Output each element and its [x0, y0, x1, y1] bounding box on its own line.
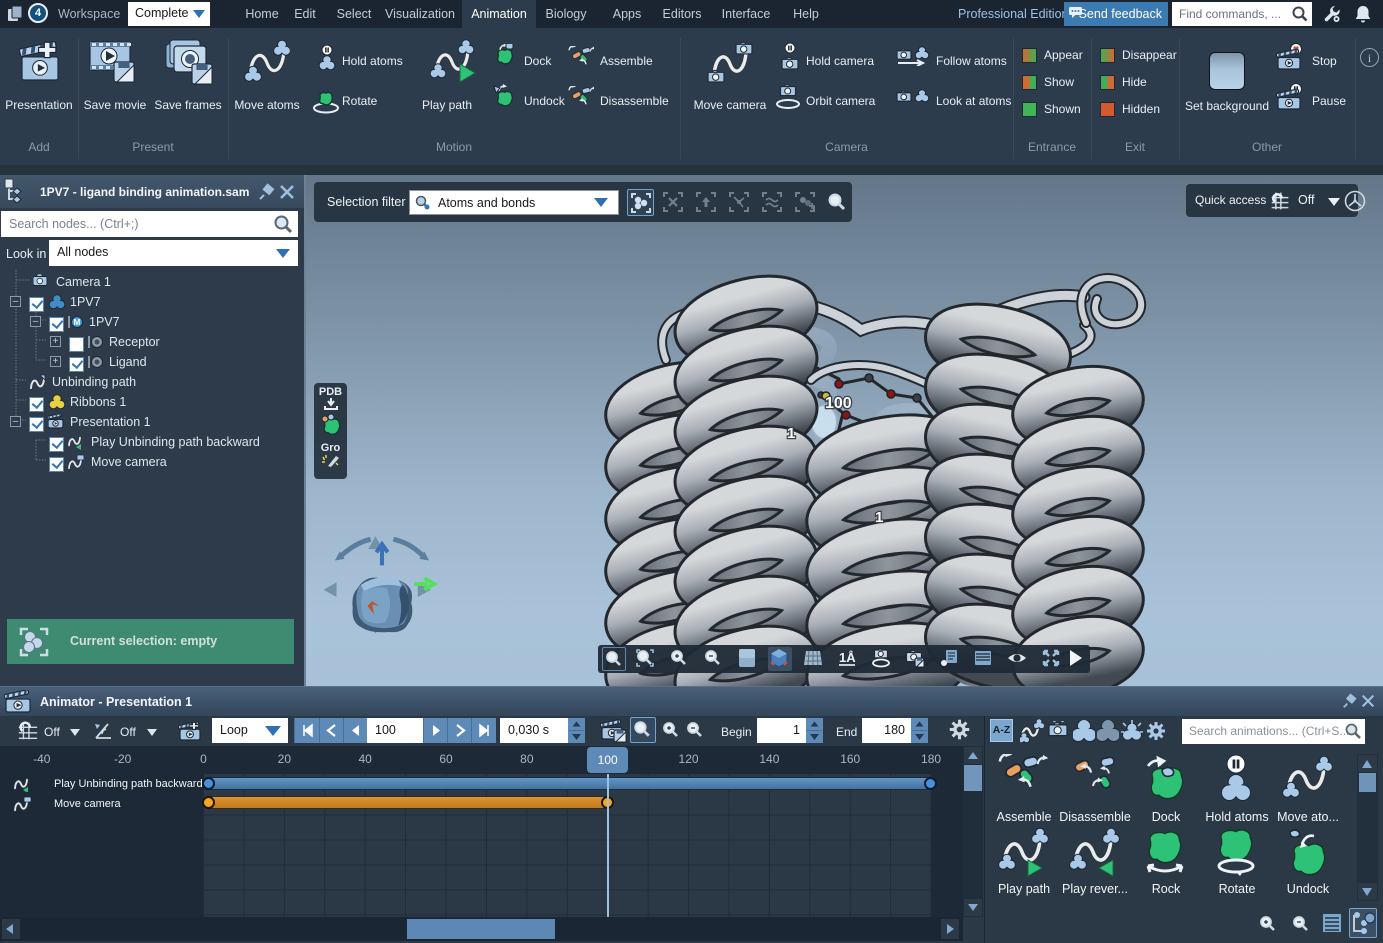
svg-text:M: M	[74, 318, 81, 327]
svg-text:100: 100	[825, 395, 852, 412]
svg-text:1: 1	[787, 425, 795, 442]
svg-text:1: 1	[875, 509, 883, 526]
svg-text:1Å: 1Å	[839, 650, 856, 665]
